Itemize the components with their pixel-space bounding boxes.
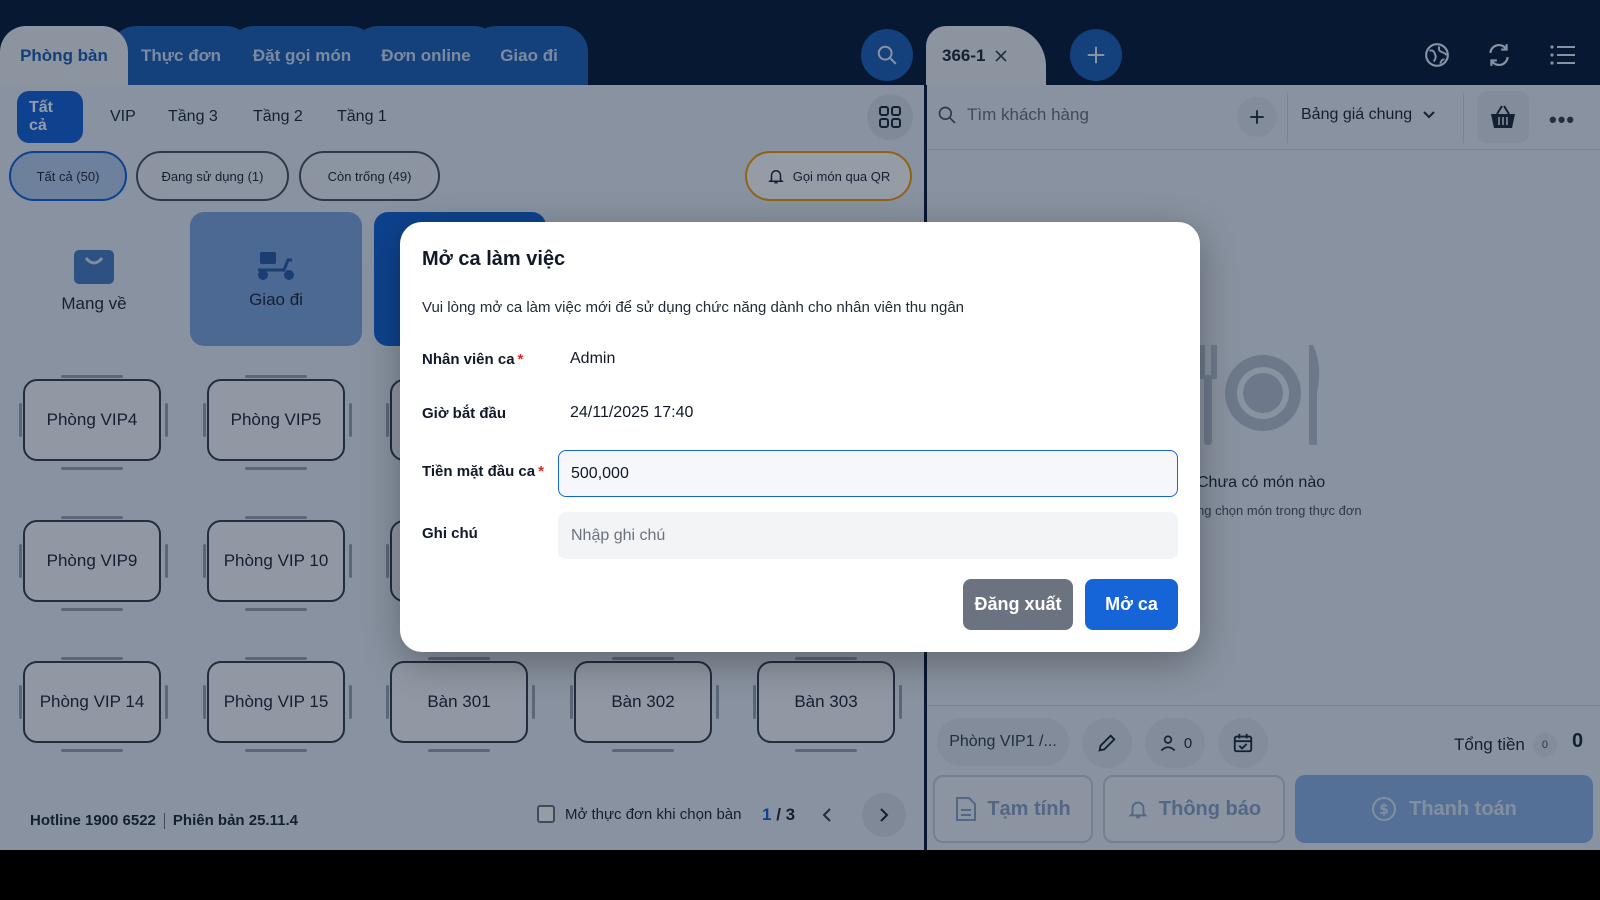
start-time-label: Giờ bắt đầu <box>422 405 507 422</box>
required-marker: * <box>538 463 544 480</box>
logout-button[interactable]: Đăng xuất <box>963 579 1073 630</box>
opening-cash-label: Tiền mặt đầu ca * <box>422 463 544 480</box>
note-label: Ghi chú <box>422 525 478 542</box>
note-input[interactable] <box>558 512 1178 559</box>
dialog-title: Mở ca làm việc <box>422 248 566 270</box>
required-marker: * <box>517 351 524 368</box>
opening-cash-label-text: Tiền mặt đầu ca <box>422 463 536 480</box>
staff-label-text: Nhân viên ca <box>422 351 515 368</box>
staff-value: Admin <box>570 350 616 367</box>
start-time-value: 24/11/2025 17:40 <box>570 404 694 421</box>
dialog-description: Vui lòng mở ca làm việc mới để sử dụng c… <box>422 299 965 316</box>
open-shift-button[interactable]: Mở ca <box>1085 579 1178 630</box>
open-shift-dialog: Mở ca làm việc Vui lòng mở ca làm việc m… <box>400 222 1200 652</box>
logout-label: Đăng xuất <box>974 594 1062 614</box>
opening-cash-input[interactable] <box>558 450 1178 497</box>
staff-label: Nhân viên ca * <box>422 351 523 368</box>
open-shift-label: Mở ca <box>1105 594 1158 614</box>
